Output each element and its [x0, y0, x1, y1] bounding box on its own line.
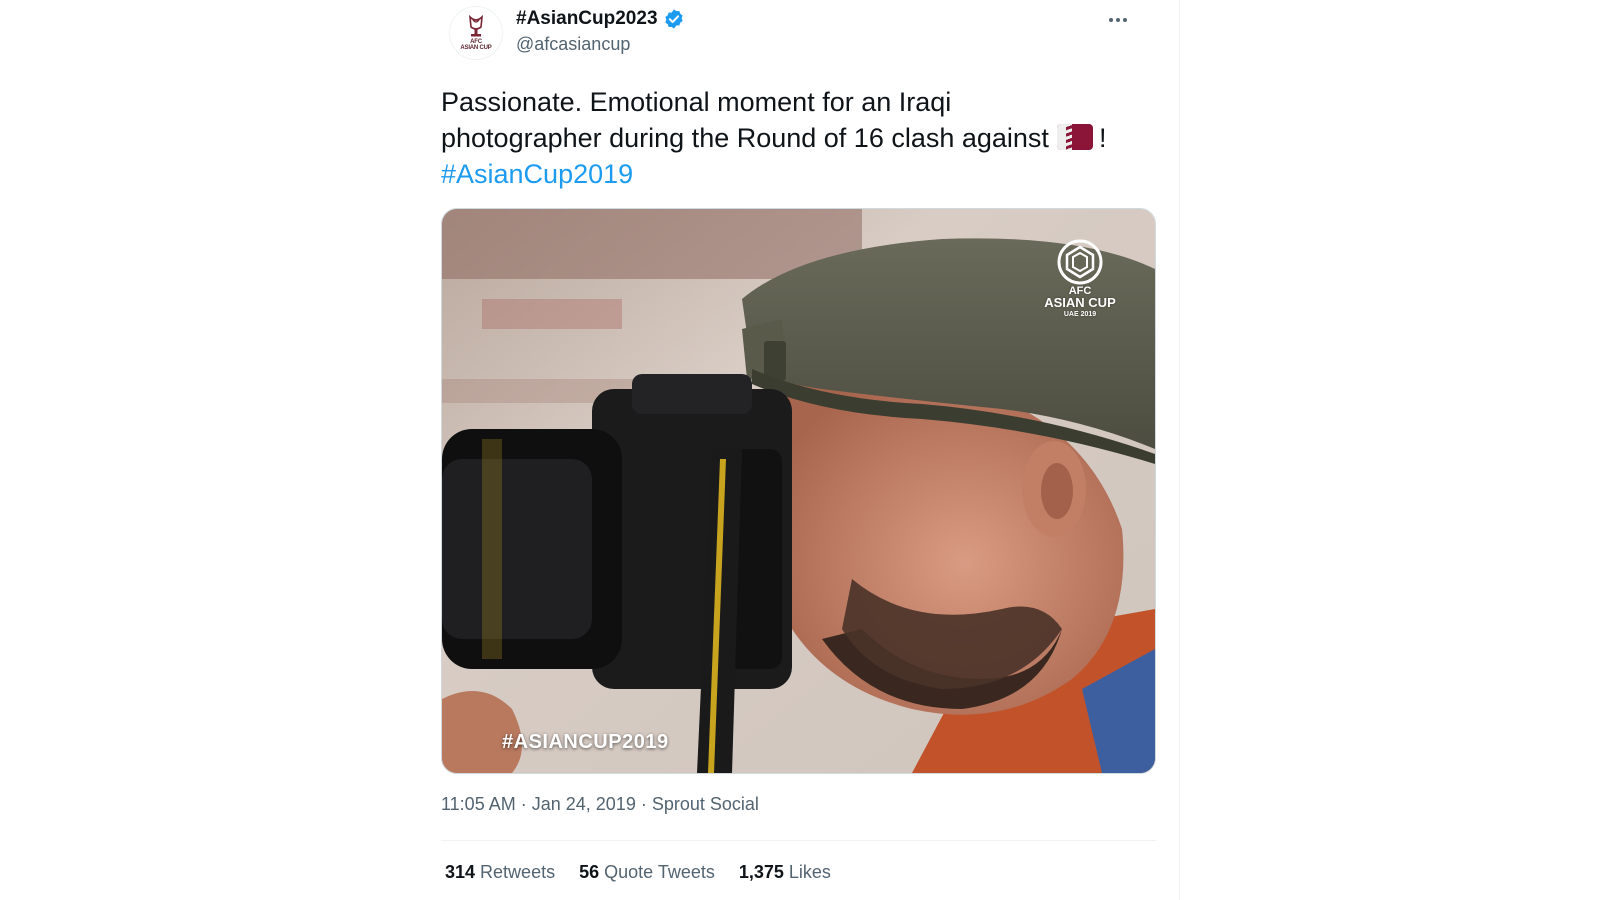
- divider: [441, 840, 1156, 841]
- tweet-text-line1: Passionate. Emotional moment for an Iraq…: [441, 87, 952, 117]
- avatar[interactable]: AFC ASIAN CUP: [449, 6, 503, 60]
- handle[interactable]: @afcasiancup: [516, 34, 630, 55]
- tweet-date[interactable]: Jan 24, 2019: [532, 794, 636, 814]
- tweet-source-link[interactable]: Sprout Social: [652, 794, 759, 814]
- logo-asian-cup-text: ASIAN CUP: [1044, 295, 1116, 310]
- tweet-text: Passionate. Emotional moment for an Iraq…: [441, 84, 1156, 192]
- more-dot-icon: [1116, 18, 1120, 22]
- meta-separator: ·: [640, 794, 652, 814]
- tweet-meta: 11:05 AM · Jan 24, 2019 · Sprout Social: [441, 794, 759, 815]
- tweet-photo[interactable]: AFC ASIAN CUP UAE 2019 #ASIANCUP2019: [441, 208, 1156, 774]
- retweets-stat[interactable]: 314 Retweets: [445, 862, 555, 883]
- avatar-text-asian-cup: ASIAN CUP: [460, 45, 492, 51]
- tweet[interactable]: AFC ASIAN CUP #AsianCup2023 @afcasiancup…: [441, 0, 1156, 882]
- afc-emblem-icon: [1057, 239, 1103, 285]
- logo-uae-2019-text: UAE 2019: [1063, 311, 1097, 318]
- verified-badge-icon: [664, 9, 683, 29]
- retweets-label: Retweets: [480, 862, 556, 882]
- qatar-flag-icon: [1056, 124, 1093, 150]
- quote-tweets-label: Quote Tweets: [604, 862, 715, 882]
- meta-separator: ·: [520, 794, 532, 814]
- more-options-button[interactable]: [1102, 6, 1134, 34]
- tweet-time[interactable]: 11:05 AM: [441, 794, 516, 814]
- trophy-icon: [468, 15, 484, 37]
- afc-asian-cup-logo: AFC ASIAN CUP UAE 2019: [1035, 239, 1125, 321]
- quote-tweets-stat[interactable]: 56 Quote Tweets: [579, 862, 715, 883]
- photo-overlay-hashtag: #ASIANCUP2019: [502, 731, 669, 753]
- quote-tweets-count: 56: [579, 862, 600, 882]
- tweet-stats: 314 Retweets 56 Quote Tweets 1,375 Likes: [445, 862, 831, 883]
- likes-label: Likes: [788, 862, 831, 882]
- tweet-header: AFC ASIAN CUP #AsianCup2023 @afcasiancup: [441, 0, 1156, 68]
- tweet-text-exclaim: !: [1098, 123, 1107, 153]
- likes-count: 1,375: [738, 862, 784, 882]
- more-dot-icon: [1123, 18, 1127, 22]
- tweet-text-line2: photographer during the Round of 16 clas…: [441, 123, 1049, 153]
- retweets-count: 314: [445, 862, 476, 882]
- display-name-text[interactable]: #AsianCup2023: [516, 8, 658, 30]
- hashtag-link[interactable]: #AsianCup2019: [441, 159, 633, 189]
- likes-stat[interactable]: 1,375 Likes: [739, 862, 831, 883]
- display-name[interactable]: #AsianCup2023: [516, 8, 685, 30]
- more-dot-icon: [1109, 18, 1113, 22]
